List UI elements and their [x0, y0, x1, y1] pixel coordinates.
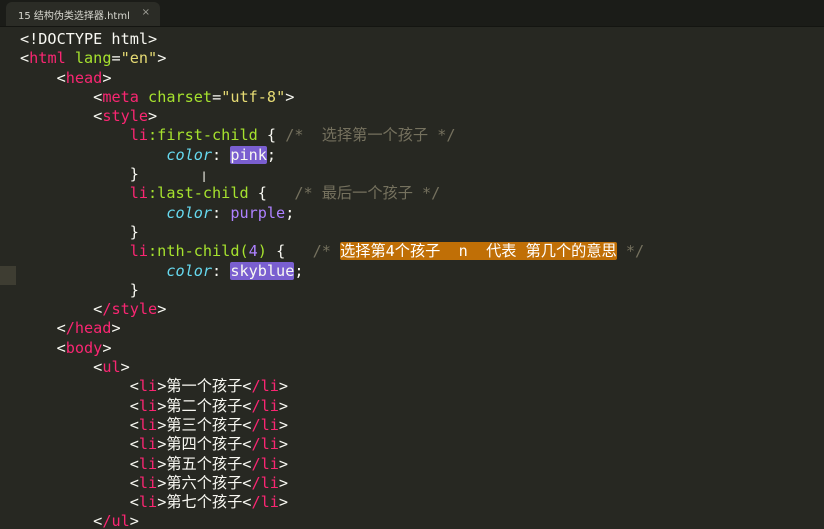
tag-name: li — [138, 396, 158, 415]
active-line-marker — [0, 266, 16, 285]
code-line: <body> — [56, 338, 112, 357]
code-line: } — [20, 223, 820, 242]
tag-name: /li — [251, 415, 279, 434]
tag-name: li — [138, 454, 158, 473]
comment-close: */ — [616, 242, 645, 261]
css-selector: li — [129, 126, 149, 145]
tag-name: /li — [251, 473, 279, 492]
tag-name: style — [102, 107, 149, 126]
code-line: color: purple; — [166, 203, 295, 222]
css-pseudo: :first-child — [148, 126, 258, 145]
code-line: color: skyblue; — [166, 261, 304, 280]
tag-name: /head — [65, 319, 112, 338]
brace: } — [129, 222, 139, 241]
css-pseudo: :last-child — [148, 184, 249, 203]
tag-name: li — [138, 435, 158, 454]
doctype: <!DOCTYPE html> — [20, 30, 158, 48]
brace: { — [257, 126, 286, 145]
css-property: color — [166, 203, 213, 222]
code-line: <li>第三个孩子</li> — [129, 415, 289, 434]
editor-window: 15 结构伪类选择器.html × <!DOCTYPE html> <html … — [0, 0, 824, 529]
code-line: <li>第五个孩子</li> — [129, 454, 289, 473]
code-line: li:first-child { /* 选择第一个孩子 */ — [20, 126, 820, 145]
tag-name: li — [138, 493, 158, 512]
css-property: color — [166, 145, 213, 164]
code-line: } — [20, 281, 820, 300]
bracket: < — [20, 49, 30, 68]
css-number: 4 — [248, 242, 258, 261]
tag-name: /li — [251, 396, 279, 415]
code-line: </ul> — [93, 512, 139, 529]
code-line: <html lang="en"> — [20, 49, 820, 68]
tab-file[interactable]: 15 结构伪类选择器.html × — [6, 2, 160, 26]
code-line: li:nth-child(4) { /* 选择第4个孩子 n 代表 第几个的意思… — [20, 242, 820, 261]
brace: } — [129, 165, 139, 184]
code-line: <li>第七个孩子</li> — [129, 493, 289, 512]
code-line: <!DOCTYPE html> — [20, 30, 820, 49]
tag-name: li — [138, 473, 158, 492]
code-line: </style> — [93, 300, 167, 319]
css-selector: li — [129, 242, 149, 261]
code-comment: /* 选择第一个孩子 */ — [285, 126, 456, 145]
tag-name: li — [138, 415, 158, 434]
code-line: <li>第六个孩子</li> — [129, 473, 289, 492]
li-text: 第二个孩子 — [166, 396, 243, 415]
li-text: 第一个孩子 — [166, 377, 243, 396]
brace: } — [129, 280, 139, 299]
brace: { — [266, 242, 313, 261]
tag-name: html — [29, 49, 66, 68]
tag-name: /li — [251, 377, 279, 396]
code-line: <li>第一个孩子</li> — [129, 377, 289, 396]
code-line: li:last-child { /* 最后一个孩子 */ — [20, 184, 820, 203]
css-selector: li — [129, 184, 149, 203]
tag-name: head — [65, 68, 103, 87]
code-comment: /* 最后一个孩子 */ — [294, 184, 441, 203]
css-pseudo: :nth-child( — [148, 242, 249, 261]
code-line: <style> — [93, 107, 158, 126]
code-line: <li>第四个孩子</li> — [129, 435, 289, 454]
close-icon[interactable]: × — [142, 7, 150, 18]
tag-name: /li — [251, 435, 279, 454]
tab-title: 15 结构伪类选择器.html — [18, 10, 130, 22]
attr-value: "utf-8" — [221, 87, 286, 106]
tag-name: li — [138, 377, 158, 396]
comment-open: /* — [312, 242, 341, 261]
li-text: 第七个孩子 — [166, 493, 243, 512]
li-text: 第三个孩子 — [166, 415, 243, 434]
css-pseudo-end: ) — [257, 242, 267, 261]
css-value-selected: skyblue — [230, 261, 295, 280]
tag-name: /li — [251, 493, 279, 512]
code-line: <head> — [56, 68, 112, 87]
tag-name: /ul — [102, 512, 130, 529]
code-line: } — [20, 165, 820, 184]
bracket: > — [157, 49, 167, 68]
code-line: <ul> — [93, 358, 130, 377]
text-cursor-icon: I — [202, 170, 207, 186]
css-property: color — [166, 261, 213, 280]
attr-name: charset — [148, 87, 213, 106]
attr-value: "en" — [120, 49, 158, 68]
find-highlight: 选择第4个孩子 n 代表 第几个的意思 — [340, 242, 617, 261]
tag-name: meta — [102, 87, 139, 106]
tag-name: /li — [251, 454, 279, 473]
css-value-selected: pink — [230, 145, 267, 164]
tag-name: ul — [102, 358, 121, 377]
equals: = — [111, 49, 121, 68]
code-line: color: pink; — [166, 145, 277, 164]
tag-name: body — [65, 338, 103, 357]
li-text: 第四个孩子 — [166, 435, 243, 454]
css-value: purple — [230, 203, 286, 222]
code-line: <li>第二个孩子</li> — [129, 396, 289, 415]
code-line: <meta charset="utf-8"> — [93, 87, 295, 106]
tag-name: /style — [102, 300, 158, 319]
tab-bar: 15 结构伪类选择器.html × — [0, 0, 824, 27]
attr-name: lang — [74, 49, 112, 68]
li-text: 第五个孩子 — [166, 454, 243, 473]
code-area[interactable]: <!DOCTYPE html> <html lang="en"> <head> … — [20, 30, 820, 529]
brace: { — [248, 184, 295, 203]
gutter — [0, 27, 16, 529]
li-text: 第六个孩子 — [166, 473, 243, 492]
code-line: </head> — [56, 319, 121, 338]
